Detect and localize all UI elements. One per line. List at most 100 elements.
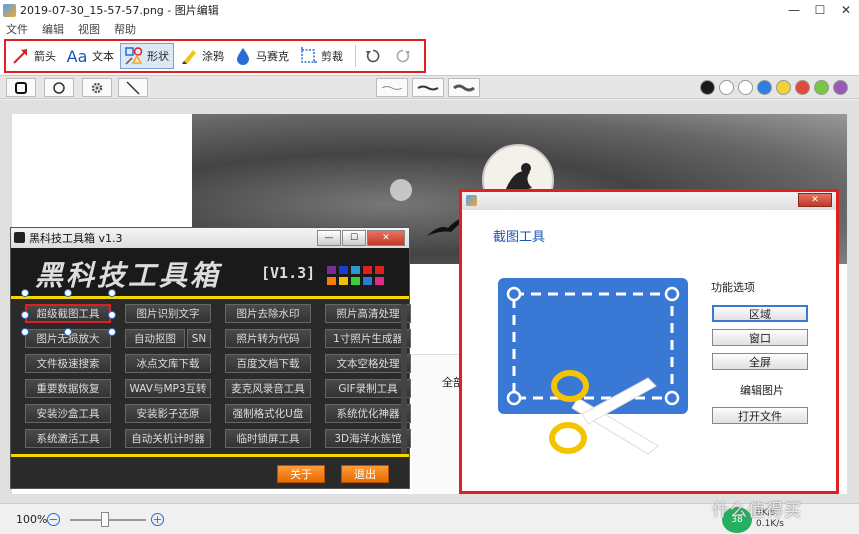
color-swatch[interactable]: [738, 80, 753, 95]
menu-view[interactable]: 视图: [78, 21, 100, 37]
tool-text[interactable]: Aa 文本: [62, 43, 118, 69]
selection-handle[interactable]: [21, 328, 29, 336]
capture-app-icon: [466, 195, 477, 206]
tool-system-activate[interactable]: 系统激活工具: [25, 429, 111, 448]
toolbox-banner: 黑科技工具箱 [V1.3]: [11, 248, 409, 296]
tool-mic-recorder[interactable]: 麦克风录音工具: [225, 379, 311, 398]
selection-handle[interactable]: [21, 311, 29, 319]
tool-wav-mp3[interactable]: WAV与MP3互转: [125, 379, 211, 398]
rect-icon: [15, 81, 27, 94]
scissors-illustration-icon: [498, 278, 688, 455]
tool-shape[interactable]: 形状: [120, 43, 174, 69]
toolbox-title-bar: 黑科技工具箱 v1.3 — ☐ ✕: [11, 228, 409, 248]
color-swatch[interactable]: [776, 80, 791, 95]
selection-handle[interactable]: [64, 328, 72, 336]
undo-button[interactable]: [362, 45, 384, 67]
circle-icon: [53, 81, 65, 94]
tool-photo-hd[interactable]: 照片高清处理: [325, 304, 411, 323]
toolbox-close-button[interactable]: ✕: [367, 230, 405, 246]
zoom-slider-thumb[interactable]: [101, 512, 109, 527]
open-file-button[interactable]: 打开文件: [712, 407, 808, 424]
arrow-icon: [12, 47, 30, 65]
tool-arrow-label: 箭头: [34, 50, 56, 63]
line-shape-button[interactable]: [118, 78, 148, 97]
zoom-in-button[interactable]: +: [151, 513, 164, 526]
selection-handle[interactable]: [108, 328, 116, 336]
tool-mosaic[interactable]: 马赛克: [230, 43, 293, 69]
region-capture-button[interactable]: 区域: [712, 305, 808, 322]
tool-shutdown-timer[interactable]: 自动关机计时器: [125, 429, 211, 448]
fullscreen-capture-button[interactable]: 全屏: [712, 353, 808, 370]
tool-text-space[interactable]: 文本空格处理: [325, 354, 411, 373]
tool-super-screenshot[interactable]: 超级截图工具: [25, 304, 111, 323]
selection-handle[interactable]: [21, 289, 29, 297]
tool-data-recovery[interactable]: 重要数据恢复: [25, 379, 111, 398]
line-thin-button[interactable]: [376, 78, 408, 97]
tool-crop[interactable]: 剪裁: [295, 43, 347, 69]
menu-bar: 文件 编辑 视图 帮助: [0, 20, 859, 37]
divider-line: [11, 454, 409, 457]
minimize-button[interactable]: —: [781, 0, 807, 20]
close-button[interactable]: ✕: [833, 0, 859, 20]
wave-medium-icon: [417, 85, 439, 90]
tool-gif-recorder[interactable]: GIF录制工具: [325, 379, 411, 398]
color-swatch[interactable]: [757, 80, 772, 95]
toolbar-separator: [355, 45, 356, 67]
color-swatch[interactable]: [700, 80, 715, 95]
tool-baidu-doc-download[interactable]: 百度文档下载: [225, 354, 311, 373]
selection-handle[interactable]: [108, 289, 116, 297]
tool-photo-to-code[interactable]: 照片转为代码: [225, 329, 311, 348]
tool-pen-label: 涂鸦: [202, 50, 224, 63]
menu-edit[interactable]: 编辑: [42, 21, 64, 37]
tool-shadow-restore[interactable]: 安装影子还原: [125, 404, 211, 423]
undo-icon: [366, 49, 380, 63]
tool-mosaic-label: 马赛克: [256, 50, 289, 63]
tool-file-search[interactable]: 文件极速搜索: [25, 354, 111, 373]
toolbox-maximize-button[interactable]: ☐: [342, 230, 366, 246]
banner-color-square: [363, 277, 372, 285]
tool-sn[interactable]: SN: [187, 329, 211, 348]
tool-id-photo[interactable]: 1寸照片生成器: [325, 329, 411, 348]
tool-wenku-download[interactable]: 冰点文库下载: [125, 354, 211, 373]
tool-format-usb[interactable]: 强制格式化U盘: [225, 404, 311, 423]
tool-auto-cutout[interactable]: 自动抠图: [125, 329, 185, 348]
tool-arrow[interactable]: 箭头: [8, 43, 60, 69]
tool-crop-label: 剪裁: [321, 50, 343, 63]
line-thick-button[interactable]: [448, 78, 480, 97]
tool-remove-watermark[interactable]: 图片去除水印: [225, 304, 311, 323]
line-medium-button[interactable]: [412, 78, 444, 97]
tool-image-ocr[interactable]: 图片识别文字: [125, 304, 211, 323]
tool-system-optimize[interactable]: 系统优化神器: [325, 404, 411, 423]
toolbox-minimize-button[interactable]: —: [317, 230, 341, 246]
window-title: 2019-07-30_15-57-57.png - 图片编辑: [20, 4, 219, 17]
toolbox-window: 黑科技工具箱 v1.3 — ☐ ✕ 黑科技工具箱 [V1.3] 超级截图工具 图…: [10, 227, 411, 489]
menu-help[interactable]: 帮助: [114, 21, 136, 37]
toolbox-logo-icon: [14, 232, 25, 243]
tool-lock-screen[interactable]: 临时锁屏工具: [225, 429, 311, 448]
tool-pen[interactable]: 涂鸦: [176, 43, 228, 69]
color-swatch[interactable]: [719, 80, 734, 95]
settings-button[interactable]: [82, 78, 112, 97]
exit-button[interactable]: 退出: [341, 465, 389, 483]
ellipse-shape-button[interactable]: [44, 78, 74, 97]
tool-3d-aquarium[interactable]: 3D海洋水族馆: [325, 429, 411, 448]
banner-color-grid: [327, 266, 384, 285]
rect-shape-button[interactable]: [6, 78, 36, 97]
menu-file[interactable]: 文件: [6, 21, 28, 37]
tool-shape-label: 形状: [147, 50, 169, 63]
selection-handle[interactable]: [64, 289, 72, 297]
about-button[interactable]: 关于: [277, 465, 325, 483]
app-icon: [3, 3, 16, 17]
maximize-button[interactable]: ☐: [807, 0, 833, 20]
window-capture-button[interactable]: 窗口: [712, 329, 808, 346]
color-swatch[interactable]: [814, 80, 829, 95]
toolbox-scrollbar[interactable]: [401, 304, 407, 454]
redo-button[interactable]: [392, 45, 414, 67]
selection-handle[interactable]: [108, 311, 116, 319]
zoom-out-button[interactable]: −: [47, 513, 60, 526]
tool-sandbox[interactable]: 安装沙盒工具: [25, 404, 111, 423]
color-swatch[interactable]: [833, 80, 848, 95]
capture-close-button[interactable]: ✕: [798, 193, 832, 207]
zoom-level: 100%: [16, 513, 48, 526]
color-swatch[interactable]: [795, 80, 810, 95]
